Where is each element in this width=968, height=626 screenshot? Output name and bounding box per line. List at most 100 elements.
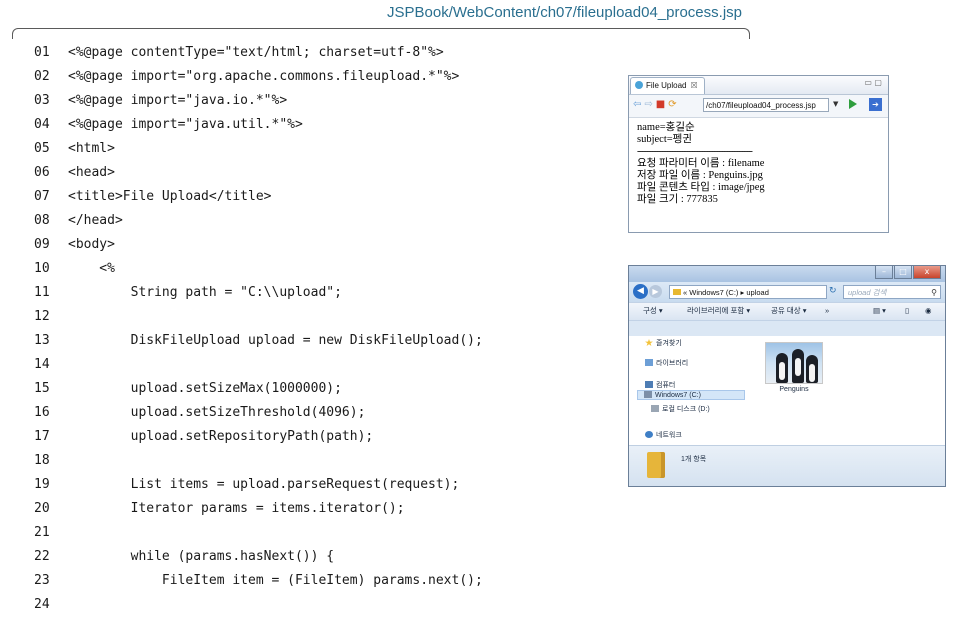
code-text: FileItem item = (FileItem) params.next()… xyxy=(68,573,483,588)
code-line: 23 FileItem item = (FileItem) params.nex… xyxy=(34,569,483,593)
line-number: 09 xyxy=(34,237,50,252)
code-text: <head> xyxy=(68,165,115,180)
nav-drive-c[interactable]: Windows7 (C:) xyxy=(637,390,745,400)
line-number: 18 xyxy=(34,453,50,468)
nav-network[interactable]: 네트워크 xyxy=(645,430,682,440)
separator-line: ----------------------------------------… xyxy=(637,146,753,157)
line-number: 13 xyxy=(34,333,50,348)
code-line: 07 <title>File Upload</title> xyxy=(34,185,483,209)
search-icon[interactable]: ⚲ xyxy=(931,286,937,299)
external-browser-icon[interactable]: ➔ xyxy=(869,98,882,111)
code-line: 24 xyxy=(34,593,483,617)
browser-tab-label: File Upload xyxy=(646,81,687,90)
code-line: 05 <html> xyxy=(34,137,483,161)
line-number: 11 xyxy=(34,285,50,300)
url-input[interactable]: /ch07/fileupload04_process.jsp xyxy=(703,98,829,112)
search-placeholder: upload 검색 xyxy=(848,288,887,297)
code-line: 10 <% xyxy=(34,257,483,281)
line-number: 24 xyxy=(34,597,50,612)
code-line: 16 upload.setSizeThreshold(4096); xyxy=(34,401,483,425)
code-text: <% xyxy=(68,261,115,276)
breadcrumb-path[interactable]: « Windows7 (C:) ▸ upload xyxy=(669,285,827,299)
line-number: 04 xyxy=(34,117,50,132)
browser-tab[interactable]: File Upload ☒ xyxy=(630,77,705,94)
code-text: <%@page contentType="text/html; charset=… xyxy=(68,45,444,60)
status-bar: 1개 항목 xyxy=(629,445,945,486)
nav-drive-d[interactable]: 로컬 디스크 (D:) xyxy=(651,404,710,414)
forward-arrow-icon[interactable]: ⇨ xyxy=(644,99,652,110)
code-line: 02 <%@page import="org.apache.commons.fil… xyxy=(34,65,483,89)
library-icon xyxy=(645,359,653,366)
code-text: <html> xyxy=(68,141,115,156)
breadcrumb-text: « Windows7 (C:) ▸ upload xyxy=(683,288,769,297)
back-arrow-icon[interactable]: ⇦ xyxy=(633,99,641,110)
line-number: 17 xyxy=(34,429,50,444)
search-input[interactable]: upload 검색 ⚲ xyxy=(843,285,941,299)
code-line: 03 <%@page import="java.io.*"%> xyxy=(34,89,483,113)
code-text: upload.setRepositoryPath(path); xyxy=(68,429,374,444)
organize-menu[interactable]: 구성 ▾ xyxy=(643,303,663,319)
param-subject-line: subject=펭귄 xyxy=(637,134,692,145)
code-line: 13 DiskFileUpload upload = new DiskFileU… xyxy=(34,329,483,353)
nav-favorites[interactable]: 즐겨찾기 xyxy=(645,338,682,348)
browser-window-controls[interactable]: ▭ ▢ xyxy=(864,78,882,87)
line-number: 08 xyxy=(34,213,50,228)
minimize-button[interactable]: – xyxy=(875,266,893,279)
explorer-titlebar: – □ x xyxy=(629,266,945,282)
file-content-type: 파일 콘텐츠 타입 : image/jpeg xyxy=(637,182,765,193)
code-line: 22 while (params.hasNext()) { xyxy=(34,545,483,569)
view-options-icon[interactable]: ▤ ▾ xyxy=(873,303,886,319)
code-line: 06 <head> xyxy=(34,161,483,185)
code-line: 09 <body> xyxy=(34,233,483,257)
line-number: 23 xyxy=(34,573,50,588)
browser-toolbar: ⇦ ⇨ ■ ⟳ /ch07/fileupload04_process.jsp ▼ ➔ xyxy=(629,95,888,118)
preview-pane-icon[interactable]: ▯ xyxy=(905,303,909,319)
code-line: 04 <%@page import="java.util.*"%> xyxy=(34,113,483,137)
browser-content: name=홍길순 subject=펭귄 --------------------… xyxy=(629,118,888,210)
code-line: 19 List items = upload.parseRequest(requ… xyxy=(34,473,483,497)
stop-icon[interactable]: ■ xyxy=(656,99,665,110)
forward-button[interactable]: ▶ xyxy=(649,285,662,298)
code-text: <%@page import="java.util.*"%> xyxy=(68,117,303,132)
tab-close-icon[interactable]: ☒ xyxy=(690,81,697,90)
explorer-address-bar: ◀ ▶ « Windows7 (C:) ▸ upload ↻ upload 검색… xyxy=(629,282,945,302)
nav-libraries[interactable]: 라이브러리 xyxy=(645,358,688,368)
code-text: <%@page import="java.io.*"%> xyxy=(68,93,288,108)
computer-icon xyxy=(645,381,653,388)
header-bracket-line xyxy=(12,28,750,39)
line-number: 06 xyxy=(34,165,50,180)
code-text: <title>File Upload</title> xyxy=(68,189,272,204)
saved-file-name: 저장 파일 이름 : Penguins.jpg xyxy=(637,170,763,181)
line-number: 22 xyxy=(34,549,50,564)
help-icon[interactable]: ◉ xyxy=(925,303,932,319)
close-button[interactable]: x xyxy=(913,266,941,279)
line-number: 20 xyxy=(34,501,50,516)
file-path-title: JSPBook/WebContent/ch07/fileupload04_pro… xyxy=(387,4,742,21)
line-number: 12 xyxy=(34,309,50,324)
code-line: 15 upload.setSizeMax(1000000); xyxy=(34,377,483,401)
code-text: upload.setSizeMax(1000000); xyxy=(68,381,342,396)
navigation-pane: 즐겨찾기 라이브러리 컴퓨터 Windows7 (C:) 로컬 디스크 (D:)… xyxy=(629,336,754,446)
code-text: <body> xyxy=(68,237,115,252)
back-button[interactable]: ◀ xyxy=(633,284,648,299)
nav-computer[interactable]: 컴퓨터 xyxy=(645,380,675,390)
go-icon[interactable] xyxy=(849,99,857,109)
code-line: 21 xyxy=(34,521,483,545)
code-line: 01 <%@page contentType="text/html; charse… xyxy=(34,41,483,65)
file-name-label[interactable]: Penguins xyxy=(765,386,823,393)
url-dropdown-icon[interactable]: ▼ xyxy=(833,100,838,108)
penguins-thumbnail[interactable] xyxy=(765,342,823,384)
more-menu[interactable]: » xyxy=(825,303,829,319)
refresh-icon[interactable]: ⟳ xyxy=(668,99,676,110)
line-number: 01 xyxy=(34,45,50,60)
code-text: String path = "C:\\upload"; xyxy=(68,285,342,300)
maximize-button[interactable]: □ xyxy=(894,266,912,279)
line-number: 15 xyxy=(34,381,50,396)
code-line: 17 upload.setRepositoryPath(path); xyxy=(34,425,483,449)
refresh-icon[interactable]: ↻ xyxy=(829,286,837,296)
code-line: 18 xyxy=(34,449,483,473)
share-menu[interactable]: 공유 대상 ▾ xyxy=(771,303,807,319)
code-line: 14 xyxy=(34,353,483,377)
include-library-menu[interactable]: 라이브러리에 포함 ▾ xyxy=(687,303,750,319)
file-list: Penguins xyxy=(753,336,945,446)
